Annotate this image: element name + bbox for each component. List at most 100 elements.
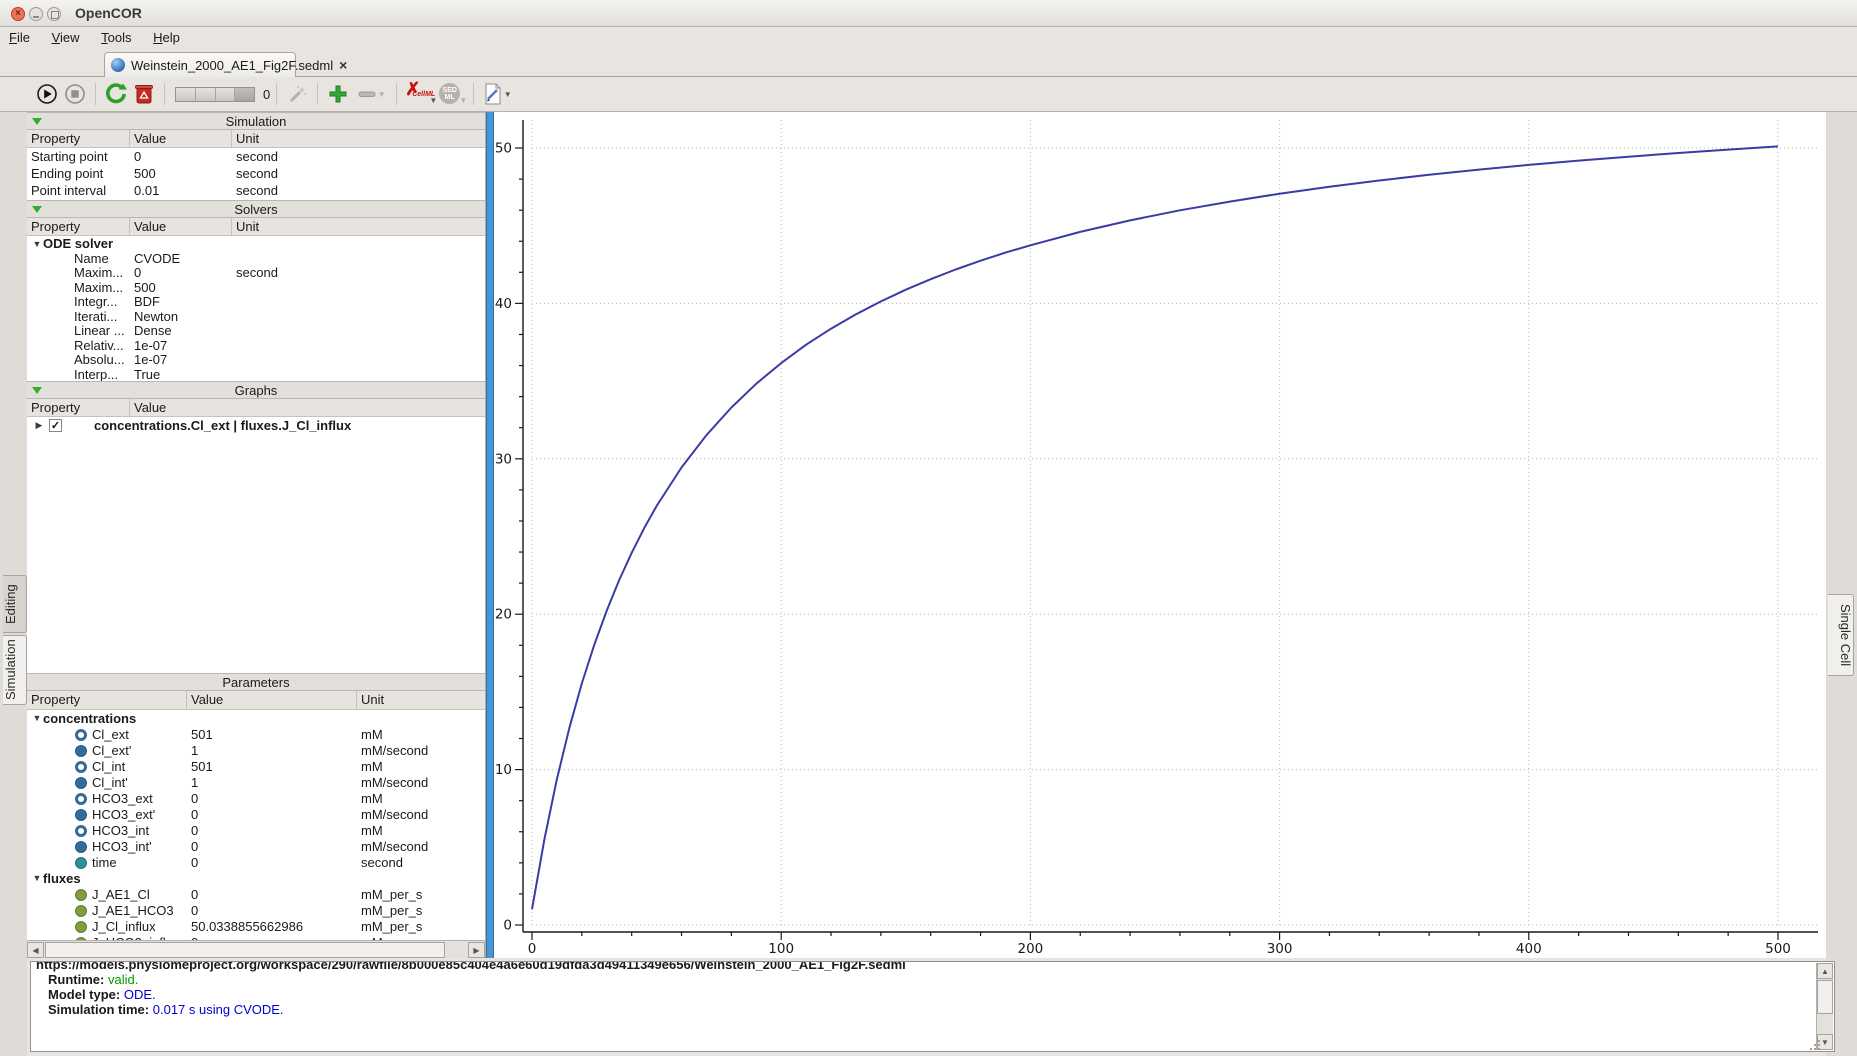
simulation-section-header[interactable]: Simulation <box>27 112 485 130</box>
value-cell[interactable]: 0 <box>187 903 357 918</box>
simulation-output-button[interactable]: ▼ <box>480 80 514 108</box>
file-tab-active[interactable]: Weinstein_2000_AE1_Fig2F.sedml × <box>104 52 347 77</box>
menu-view[interactable]: View <box>43 27 89 49</box>
scroll-right-arrow[interactable]: ▶ <box>468 942 485 958</box>
parameter-row[interactable]: time 0 second <box>27 854 485 870</box>
table-row[interactable]: Starting point 0 second <box>27 148 485 165</box>
parameter-row[interactable]: Cl_int' 1 mM/second <box>27 774 485 790</box>
value-cell[interactable]: 1e-07 <box>130 338 232 353</box>
column-header[interactable]: Value <box>130 218 232 235</box>
value-cell[interactable]: CVODE <box>130 251 232 266</box>
window-close-button[interactable]: × <box>11 7 25 21</box>
table-row[interactable]: Maxim... 500 <box>27 280 485 295</box>
collapse-triangle-icon[interactable] <box>32 118 42 125</box>
run-simulation-button[interactable] <box>33 80 61 108</box>
value-cell[interactable]: 0 <box>187 823 357 838</box>
value-cell[interactable]: True <box>130 367 232 382</box>
column-header[interactable]: Property <box>27 399 130 416</box>
parameter-row[interactable]: HCO3_int 0 mM <box>27 822 485 838</box>
value-cell[interactable]: 501 <box>187 727 357 742</box>
mode-tab-simulation[interactable]: Simulation <box>3 635 27 705</box>
value-cell[interactable]: Newton <box>130 309 232 324</box>
parameters-section-header[interactable]: Parameters <box>27 673 485 691</box>
value-cell[interactable]: 0 <box>187 791 357 806</box>
table-row[interactable]: Integr... BDF <box>27 295 485 310</box>
table-row[interactable]: Point interval 0.01 second <box>27 182 485 199</box>
sedml-export-button[interactable]: SED ML ▼ <box>437 81 467 107</box>
menu-tools[interactable]: Tools <box>92 27 140 49</box>
reset-parameters-button[interactable] <box>102 80 130 108</box>
value-cell[interactable]: 1 <box>187 775 357 790</box>
column-header[interactable]: Property <box>27 218 130 235</box>
value-cell[interactable]: 501 <box>187 759 357 774</box>
table-row[interactable]: Relativ... 1e-07 <box>27 338 485 353</box>
table-row[interactable]: Absolu... 1e-07 <box>27 353 485 368</box>
value-cell[interactable]: 500 <box>130 166 232 181</box>
value-cell[interactable]: 0 <box>187 807 357 822</box>
table-row[interactable]: Name CVODE <box>27 251 485 266</box>
column-header[interactable]: Value <box>130 399 485 416</box>
parameter-row[interactable]: Cl_ext' 1 mM/second <box>27 742 485 758</box>
tab-close-icon[interactable]: × <box>339 58 347 72</box>
column-header[interactable]: Unit <box>232 218 485 235</box>
graphs-section-header[interactable]: Graphs <box>27 381 485 399</box>
view-tab-single-cell[interactable]: Single Cell <box>1828 594 1854 676</box>
graph-row[interactable]: ▶ ✓ concentrations.Cl_ext | fluxes.J_Cl_in… <box>27 417 485 434</box>
column-header[interactable]: Property <box>27 691 187 709</box>
value-cell[interactable]: 1e-07 <box>130 353 232 368</box>
solver-group-row[interactable]: ▼ ODE solver <box>27 236 485 251</box>
tree-collapsed-icon[interactable]: ▶ <box>33 420 45 431</box>
vertical-scrollbar[interactable]: ▲ ▼ <box>1816 963 1833 1050</box>
scrollbar-thumb[interactable] <box>45 942 445 958</box>
parameter-row[interactable]: HCO3_ext 0 mM <box>27 790 485 806</box>
column-header[interactable]: Property <box>27 130 130 147</box>
graph-panel[interactable]: 0 10 20 30 40 50 0 100 200 300 400 500 <box>494 112 1826 958</box>
table-row[interactable]: Ending point 500 second <box>27 165 485 182</box>
column-header[interactable]: Unit <box>357 691 485 709</box>
parameter-group-row[interactable]: ▼ fluxes <box>27 870 485 886</box>
collapse-triangle-icon[interactable] <box>32 387 42 394</box>
parameter-row[interactable]: J_Cl_influx 50.0338855662986 mM_per_s <box>27 918 485 934</box>
column-header[interactable]: Value <box>130 130 232 147</box>
table-row[interactable]: Interp... True <box>27 367 485 382</box>
value-cell[interactable]: 500 <box>130 280 232 295</box>
value-cell[interactable]: 50.0338855662986 <box>187 919 357 934</box>
add-graph-panel-button[interactable] <box>324 80 352 108</box>
value-cell[interactable]: 0 <box>130 266 232 281</box>
solvers-section-header[interactable]: Solvers <box>27 200 485 218</box>
stop-simulation-button[interactable] <box>61 80 89 108</box>
parameter-row[interactable]: J_AE1_HCO3 0 mM_per_s <box>27 902 485 918</box>
scroll-left-arrow[interactable]: ◀ <box>27 942 44 958</box>
menu-help[interactable]: Help <box>144 27 189 49</box>
remove-graph-panel-button[interactable]: ▼ <box>352 80 390 108</box>
magic-wand-button[interactable] <box>283 80 311 108</box>
value-cell[interactable]: Dense <box>130 324 232 339</box>
value-cell[interactable]: 0 <box>187 839 357 854</box>
cellml-export-button[interactable]: ✗ CellML ▼ <box>403 79 437 107</box>
menu-file[interactable]: File <box>0 27 39 49</box>
tree-expanded-icon[interactable]: ▼ <box>31 713 43 723</box>
window-maximize-button[interactable] <box>47 7 61 21</box>
value-cell[interactable]: 0.01 <box>130 183 232 198</box>
horizontal-scrollbar[interactable]: ◀ ▶ <box>27 940 485 958</box>
resize-grip[interactable] <box>1808 1038 1822 1052</box>
value-cell[interactable]: 1 <box>187 743 357 758</box>
parameter-row[interactable]: Cl_ext 501 mM <box>27 726 485 742</box>
scroll-up-arrow[interactable]: ▲ <box>1817 963 1833 979</box>
value-cell[interactable]: 0 <box>187 855 357 870</box>
scrollbar-thumb[interactable] <box>1817 980 1833 1014</box>
column-header[interactable]: Unit <box>232 130 485 147</box>
parameter-row[interactable]: HCO3_ext' 0 mM/second <box>27 806 485 822</box>
column-header[interactable]: Value <box>187 691 357 709</box>
parameter-row[interactable]: Cl_int 501 mM <box>27 758 485 774</box>
value-cell[interactable]: BDF <box>130 295 232 310</box>
clear-results-button[interactable] <box>130 80 158 108</box>
tree-expanded-icon[interactable]: ▼ <box>31 873 43 883</box>
simulation-chart[interactable]: 010203040500 100 200 300 400 500 <box>494 112 1826 958</box>
parameter-row[interactable]: HCO3_int' 0 mM/second <box>27 838 485 854</box>
delay-slider[interactable] <box>175 86 255 102</box>
panel-splitter[interactable] <box>486 112 494 958</box>
value-cell[interactable]: 0 <box>187 887 357 902</box>
table-row[interactable]: Linear ... Dense <box>27 324 485 339</box>
value-cell[interactable]: 0 <box>130 149 232 164</box>
